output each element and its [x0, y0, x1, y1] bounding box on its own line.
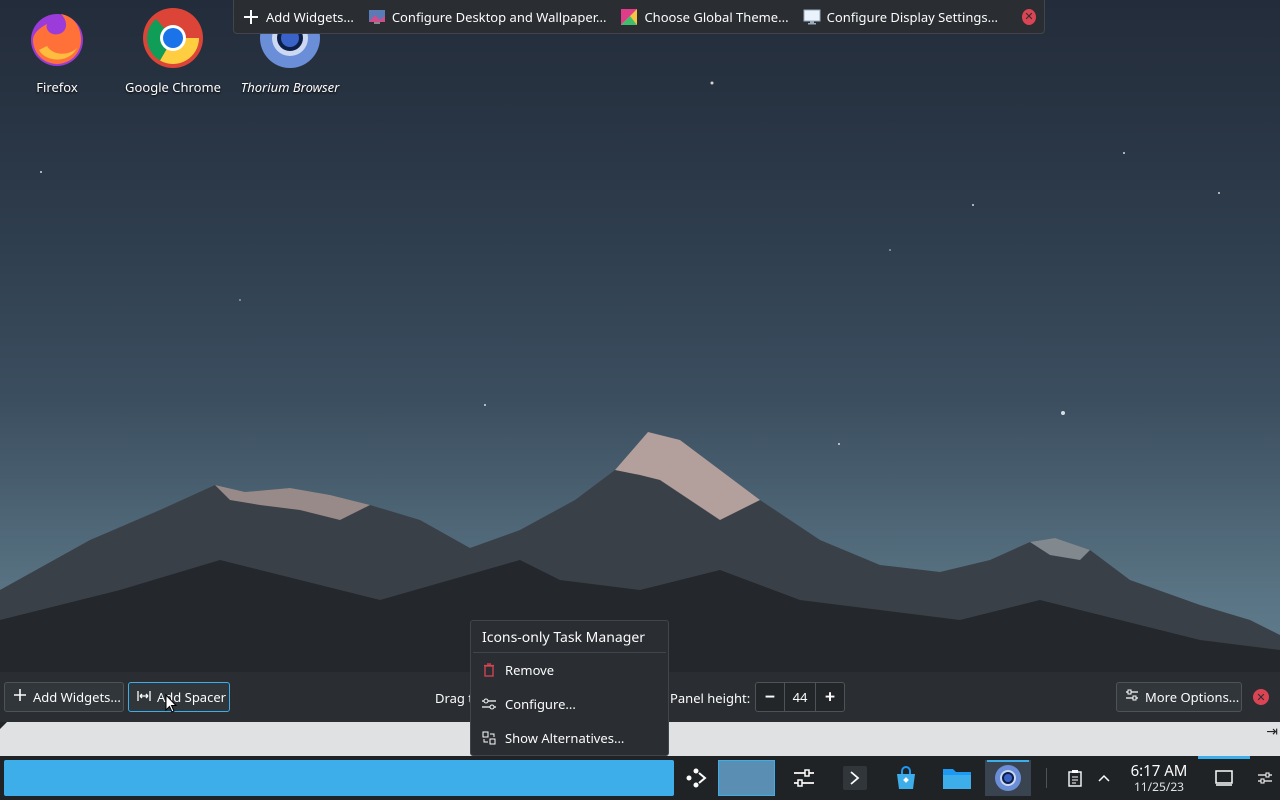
tray-separator	[1046, 768, 1047, 788]
add-widgets-label: Add Widgets...	[33, 688, 121, 706]
more-options-label: More Options...	[1145, 688, 1240, 706]
display-settings-button[interactable]: Configure Display Settings...	[803, 8, 998, 26]
drag-hint-text: Drag t	[435, 689, 473, 707]
plus-icon	[242, 8, 260, 26]
configure-desktop-button[interactable]: Configure Desktop and Wallpaper...	[368, 7, 607, 26]
configure-icon	[481, 696, 497, 712]
desktop-icon-label: Google Chrome	[125, 78, 221, 96]
global-theme-label: Choose Global Theme...	[644, 7, 789, 26]
desktop-icon-label: Thorium Browser	[240, 78, 340, 96]
panel-height-label: Panel height:	[670, 689, 751, 707]
tray-accent-bar	[1198, 756, 1250, 759]
chrome-icon	[143, 8, 203, 68]
ruler-right-handle[interactable]: ⇥	[1266, 722, 1278, 741]
wallpaper-icon	[368, 8, 386, 26]
add-widgets-button[interactable]: Add Widgets...	[242, 8, 354, 26]
desktop-icon-firefox[interactable]: Firefox	[2, 6, 112, 100]
panel-height-value[interactable]: 44	[784, 683, 816, 711]
menu-item-configure[interactable]: Configure...	[471, 687, 668, 721]
menu-item-remove[interactable]: Remove	[471, 653, 668, 687]
menu-item-label: Remove	[505, 661, 555, 679]
discover-icon[interactable]	[883, 760, 929, 796]
menu-item-label: Configure...	[505, 695, 576, 713]
panel-config-icon[interactable]	[1253, 766, 1277, 790]
panel-add-widgets-button[interactable]: Add Widgets...	[4, 682, 124, 712]
increase-height-button[interactable]: +	[816, 683, 844, 711]
menu-item-show-alternatives[interactable]: Show Alternatives...	[471, 721, 668, 755]
add-widgets-label: Add Widgets...	[266, 7, 354, 26]
close-edit-mode-icon[interactable]: ✕	[1022, 8, 1036, 25]
settings-icon[interactable]	[781, 760, 827, 796]
drag-placeholder	[718, 760, 775, 796]
add-spacer-button[interactable]: Add Spacer	[128, 682, 230, 712]
dolphin-icon[interactable]	[934, 760, 980, 796]
ruler-left-handle[interactable]	[0, 722, 7, 729]
trash-icon	[481, 662, 497, 678]
desktop-edit-toolbar: Add Widgets... Configure Desktop and Wal…	[233, 0, 1045, 34]
alternatives-icon	[481, 730, 497, 746]
display-icon	[803, 8, 821, 26]
bottom-panel: 6:17 AM 11/25/23	[0, 756, 1280, 800]
firefox-icon	[31, 14, 83, 66]
more-options-button[interactable]: More Options...	[1116, 682, 1242, 712]
display-settings-label: Configure Display Settings...	[826, 7, 999, 26]
panel-height-spinbox[interactable]: − 44 +	[755, 682, 845, 712]
desktop-icon-label: Firefox	[36, 78, 78, 96]
menu-item-label: Show Alternatives...	[505, 729, 625, 747]
decrease-height-button[interactable]: −	[756, 683, 784, 711]
spacer-icon	[137, 688, 151, 706]
kde-connect-icon[interactable]	[673, 760, 719, 796]
desktop-icon-google-chrome[interactable]: Google Chrome	[118, 6, 228, 100]
clock-date: 11/25/23	[1133, 778, 1185, 795]
chromium-icon[interactable]	[985, 760, 1031, 796]
konsole-icon[interactable]	[832, 760, 878, 796]
context-menu-title: Icons-only Task Manager	[482, 628, 646, 647]
configure-desktop-label: Configure Desktop and Wallpaper...	[391, 7, 607, 26]
widget-context-menu: Icons-only Task Manager Remove Configure…	[470, 620, 669, 756]
close-panel-edit-icon[interactable]: ✕	[1253, 689, 1269, 705]
theme-icon	[620, 8, 638, 26]
plus-icon	[13, 688, 27, 706]
digital-clock[interactable]: 6:17 AM 11/25/23	[1120, 763, 1198, 794]
expand-tray-icon[interactable]	[1092, 766, 1116, 790]
application-launcher-highlight[interactable]	[4, 760, 674, 796]
settings-sliders-icon	[1125, 688, 1139, 706]
mouse-cursor-icon	[165, 694, 177, 713]
clipboard-icon[interactable]	[1063, 766, 1087, 790]
show-desktop-icon[interactable]	[1212, 766, 1236, 790]
global-theme-button[interactable]: Choose Global Theme...	[620, 7, 789, 26]
